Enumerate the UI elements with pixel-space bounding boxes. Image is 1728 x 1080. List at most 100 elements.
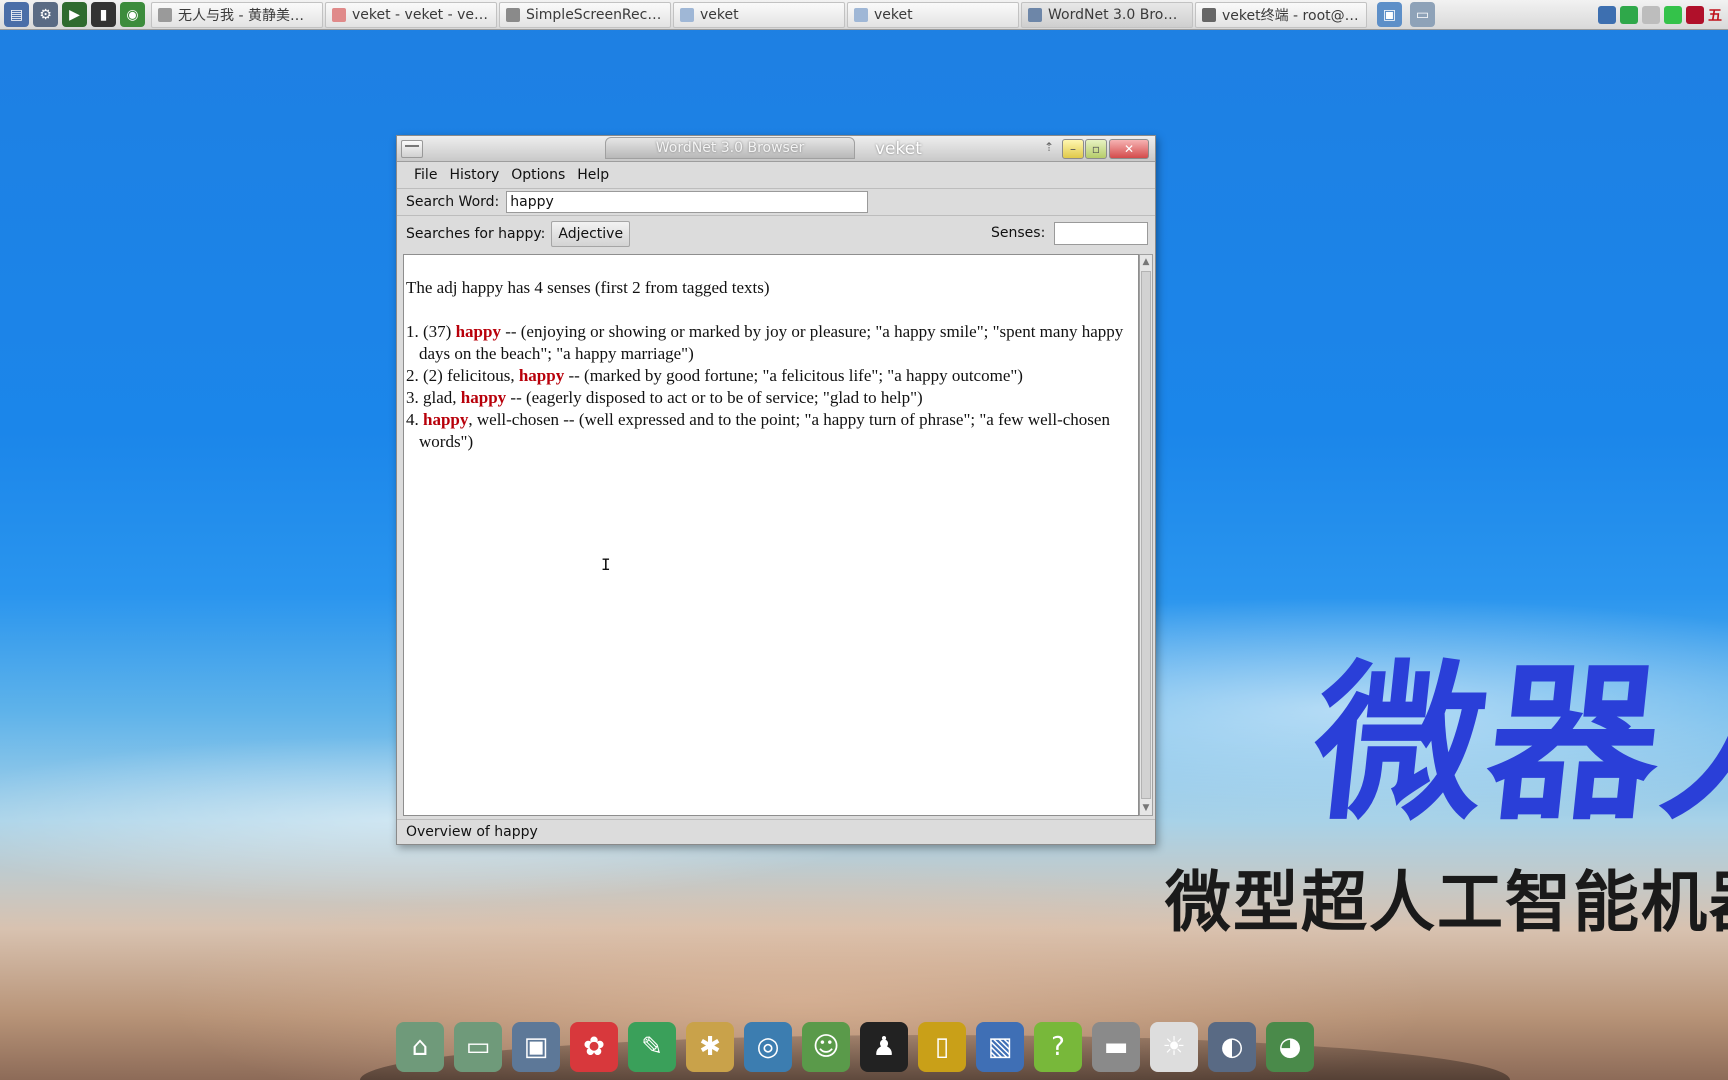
task-list: 无人与我 - 黄静美… veket - veket - ve… SimpleScre…: [151, 0, 1369, 30]
maximize-button[interactable]: ▫: [1085, 139, 1107, 159]
taskbar-task-button[interactable]: veket - veket - ve…: [325, 1, 497, 28]
paint-palette-icon[interactable]: ✱: [686, 1022, 734, 1072]
media-play-icon[interactable]: ▶: [62, 2, 87, 27]
window-titlebar[interactable]: WordNet 3.0 Browser veket ⇡ – ▫ ✕: [397, 136, 1155, 162]
address-book-icon[interactable]: ▯: [918, 1022, 966, 1072]
users-network-icon[interactable]: ☺: [802, 1022, 850, 1072]
sense-gloss: -- (eagerly disposed to act or to be of …: [506, 388, 923, 407]
taskbar-task-button[interactable]: veket: [847, 1, 1019, 28]
show-desktop-icon[interactable]: ▣: [1377, 2, 1402, 27]
senses-label: Senses:: [991, 225, 1046, 241]
system-monitor-icon[interactable]: ▤: [4, 2, 29, 27]
network-icon[interactable]: [1598, 5, 1616, 24]
bottom-dock: ⌂ ▭ ▣ ✿ ✎ ✱ ◎ ☺ ♟ ▯ ▧? ▬ ☀ ◐ ◕: [388, 1000, 1478, 1080]
window-switcher-icon[interactable]: ▭: [1410, 2, 1435, 27]
globe-icon[interactable]: ◐: [1208, 1022, 1256, 1072]
text-cursor-icon: I: [601, 555, 611, 574]
drive-icon[interactable]: ▬: [1092, 1022, 1140, 1072]
window-tab-title[interactable]: WordNet 3.0 Browser: [605, 137, 855, 159]
mascot-icon[interactable]: ✿: [570, 1022, 618, 1072]
searches-for-label: Searches for happy:: [406, 226, 546, 242]
taskbar-task-button[interactable]: veket终端 - root@ …: [1195, 1, 1367, 28]
status-bar: Overview of happy: [397, 819, 1155, 843]
sense-synonyms-before: felicitous,: [447, 366, 519, 385]
quick-launch-area: ▤ ⚙ ▶ ▮ ◉: [0, 0, 145, 30]
menu-bar: File History Options Help: [397, 163, 1155, 187]
search-word-input[interactable]: happy: [506, 191, 869, 213]
sense-headword[interactable]: happy: [423, 410, 468, 429]
pin-icon[interactable]: ⇡: [1042, 140, 1056, 156]
sense-gloss: -- (marked by good fortune; "a felicitou…: [564, 366, 1023, 385]
wallpaper-subtitle: 微型超人工智能机器: [1165, 864, 1728, 941]
overview-heading: The adj happy has 4 senses (first 2 from…: [406, 278, 770, 297]
sense-number: 3.: [406, 388, 423, 407]
spreadsheet-chart-icon[interactable]: ▧: [976, 1022, 1024, 1072]
home-folder-icon[interactable]: ⌂: [396, 1022, 444, 1072]
taskbar-task-label: WordNet 3.0 Bro…: [1048, 6, 1178, 23]
minimize-button[interactable]: –: [1062, 139, 1084, 159]
browser-icon: [332, 7, 346, 22]
globe-browser-icon[interactable]: ◉: [120, 2, 145, 27]
menu-history[interactable]: History: [443, 164, 505, 186]
searches-row: Searches for happy: Adjective Senses:: [397, 219, 1155, 249]
close-button[interactable]: ✕: [1109, 139, 1149, 159]
sense-headword[interactable]: happy: [461, 388, 506, 407]
wallpaper-title: 微器人: [1304, 646, 1728, 844]
menu-help[interactable]: Help: [571, 164, 615, 186]
window-icon: [1028, 7, 1042, 22]
folder-icon[interactable]: ▭: [454, 1022, 502, 1072]
scroll-down-arrow-icon[interactable]: ▼: [1140, 801, 1152, 815]
scroll-up-arrow-icon[interactable]: ▲: [1140, 255, 1152, 269]
media-player-icon[interactable]: ◎: [744, 1022, 792, 1072]
input-method-indicator[interactable]: 五: [1708, 5, 1722, 25]
sense-entry: 3. glad, happy -- (eagerly disposed to a…: [406, 387, 1136, 409]
text-editor-icon[interactable]: ✎: [628, 1022, 676, 1072]
window-menu-icon[interactable]: [401, 140, 423, 158]
taskbar-task-button[interactable]: veket: [673, 1, 845, 28]
sense-entry: 2. (2) felicitous, happy -- (marked by g…: [406, 365, 1136, 387]
search-row: Search Word: happy: [397, 188, 1155, 216]
scrollbar-thumb[interactable]: [1141, 271, 1151, 799]
menu-options[interactable]: Options: [505, 164, 571, 186]
results-scrollbar[interactable]: ▲ ▼: [1139, 254, 1153, 816]
taskbar-task-label: veket - veket - ve…: [352, 6, 489, 23]
sense-entry: 1. (37) happy -- (enjoying or showing or…: [406, 321, 1136, 365]
penguin-chat-icon[interactable]: ♟: [860, 1022, 908, 1072]
results-text-area[interactable]: The adj happy has 4 senses (first 2 from…: [403, 254, 1139, 816]
taskbar-task-label: veket: [700, 6, 739, 23]
terminal-icon: [1202, 7, 1216, 22]
sense-number: 4.: [406, 410, 423, 429]
taskbar-task-button[interactable]: WordNet 3.0 Bro…: [1021, 1, 1193, 28]
screen-recorder-icon: [506, 7, 520, 22]
clipboard-icon[interactable]: [1642, 5, 1660, 24]
storage-icon[interactable]: [1664, 5, 1682, 24]
sense-headword[interactable]: happy: [519, 366, 564, 385]
sense-gloss: -- (enjoying or showing or marked by joy…: [419, 322, 1124, 363]
sense-number: 1. (37): [406, 322, 456, 341]
sense-number: 2. (2): [406, 366, 448, 385]
security-shield-icon[interactable]: [1620, 5, 1638, 24]
search-word-label: Search Word:: [406, 194, 500, 210]
top-taskbar: ▤ ⚙ ▶ ▮ ◉ 无人与我 - 黄静美… veket - veket - ve… Simp…: [0, 0, 1728, 30]
help-icon[interactable]: ?: [1034, 1022, 1082, 1072]
browser-sphere-icon[interactable]: ◕: [1266, 1022, 1314, 1072]
sense-headword[interactable]: happy: [456, 322, 501, 341]
taskbar-extra-buttons: ▣ ▭: [1377, 2, 1435, 27]
media-player-icon: [158, 7, 172, 22]
brightness-icon[interactable]: ☀: [1150, 1022, 1198, 1072]
taskbar-task-label: veket终端 - root@ …: [1222, 7, 1360, 24]
window-app-title: veket: [875, 139, 922, 159]
senses-input[interactable]: [1054, 222, 1148, 245]
computer-icon[interactable]: ▣: [512, 1022, 560, 1072]
taskbar-task-label: veket: [874, 6, 913, 23]
taskbar-task-button[interactable]: 无人与我 - 黄静美…: [151, 1, 323, 28]
taskbar-task-label: SimpleScreenRec…: [526, 6, 662, 23]
settings-gears-icon[interactable]: ⚙: [33, 2, 58, 27]
record-icon[interactable]: [1686, 5, 1704, 24]
menu-file[interactable]: File: [408, 164, 443, 186]
taskbar-task-button[interactable]: SimpleScreenRec…: [499, 1, 671, 28]
sense-gloss: , well-chosen -- (well expressed and to …: [419, 410, 1110, 451]
adjective-button[interactable]: Adjective: [551, 221, 631, 247]
terminal-icon[interactable]: ▮: [91, 2, 116, 27]
